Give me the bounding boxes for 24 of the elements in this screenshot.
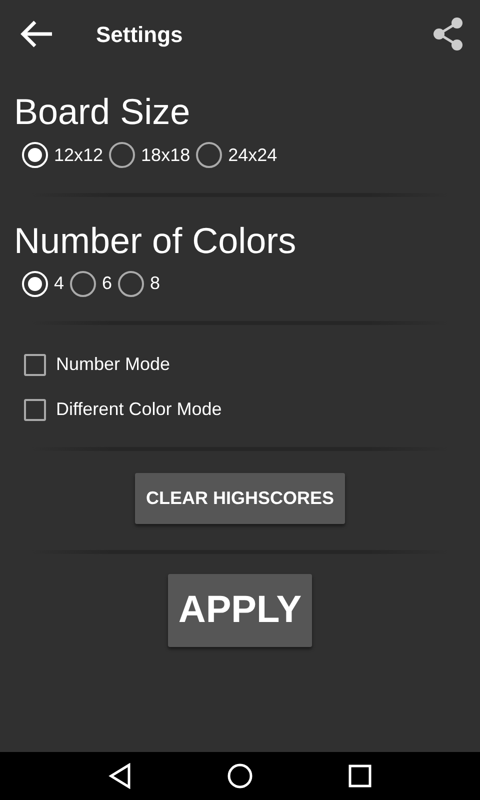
radio-option[interactable]: 6	[70, 266, 112, 302]
radio-option[interactable]: 4	[22, 266, 64, 302]
radio-button[interactable]	[118, 270, 144, 297]
clear-highscores-button[interactable]: CLEAR HIGHSCORES	[134, 473, 345, 524]
back-icon[interactable]	[20, 20, 54, 48]
checkbox-option[interactable]: Different Color Mode	[22, 392, 464, 428]
home-icon[interactable]	[226, 763, 253, 789]
checkbox[interactable]	[24, 354, 46, 376]
radio-option[interactable]: 18x18	[109, 138, 190, 173]
radio-option[interactable]: 12x12	[22, 138, 104, 173]
radio-button[interactable]	[109, 142, 136, 168]
radio-option[interactable]: 8	[118, 266, 160, 302]
checkbox[interactable]	[24, 398, 46, 421]
section-heading: Board Size	[14, 92, 192, 132]
toolbar-title: Settings	[96, 20, 184, 49]
section-heading: Number of Colors	[14, 220, 298, 260]
back-icon[interactable]	[108, 763, 132, 789]
radio-option[interactable]: 24x24	[196, 138, 278, 173]
recents-icon[interactable]	[348, 764, 372, 788]
radio-button[interactable]	[196, 142, 222, 168]
apply-button[interactable]: APPLY	[168, 574, 312, 648]
checkbox-option[interactable]: Number Mode	[22, 347, 464, 382]
share-icon[interactable]	[432, 17, 464, 51]
radio-button[interactable]	[70, 270, 96, 297]
